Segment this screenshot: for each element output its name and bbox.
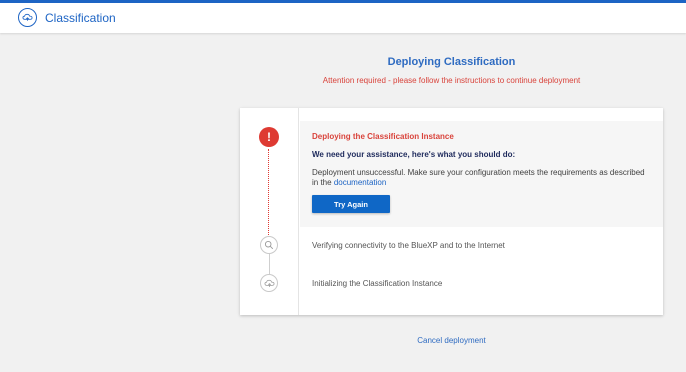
step-label-initializing: Initializing the Classification Instance: [312, 279, 443, 288]
cloud-home-icon[interactable]: [18, 8, 37, 27]
top-bar: Classification: [0, 0, 686, 33]
search-icon: [260, 236, 278, 254]
documentation-link[interactable]: documentation: [334, 178, 386, 187]
app-title: Classification: [45, 11, 116, 25]
error-message: Deployment unsuccessful. Make sure your …: [312, 168, 652, 188]
exclamation-icon: !: [259, 127, 279, 147]
deployment-card: ! Deploying the Classification Instance …: [240, 108, 663, 315]
assistance-heading: We need your assistance, here's what you…: [312, 150, 516, 159]
step-connector: [268, 254, 270, 274]
cancel-deployment-link[interactable]: Cancel deployment: [240, 336, 663, 345]
try-again-button[interactable]: Try Again: [312, 195, 390, 213]
page-title: Deploying Classification: [387, 56, 516, 68]
step-title-deploying: Deploying the Classification Instance: [312, 132, 454, 141]
step-label-verifying: Verifying connectivity to the BlueXP and…: [312, 241, 505, 250]
cloud-icon: [260, 274, 278, 292]
attention-message: Attention required - please follow the i…: [322, 76, 581, 85]
step-connector-dotted: [268, 149, 269, 237]
